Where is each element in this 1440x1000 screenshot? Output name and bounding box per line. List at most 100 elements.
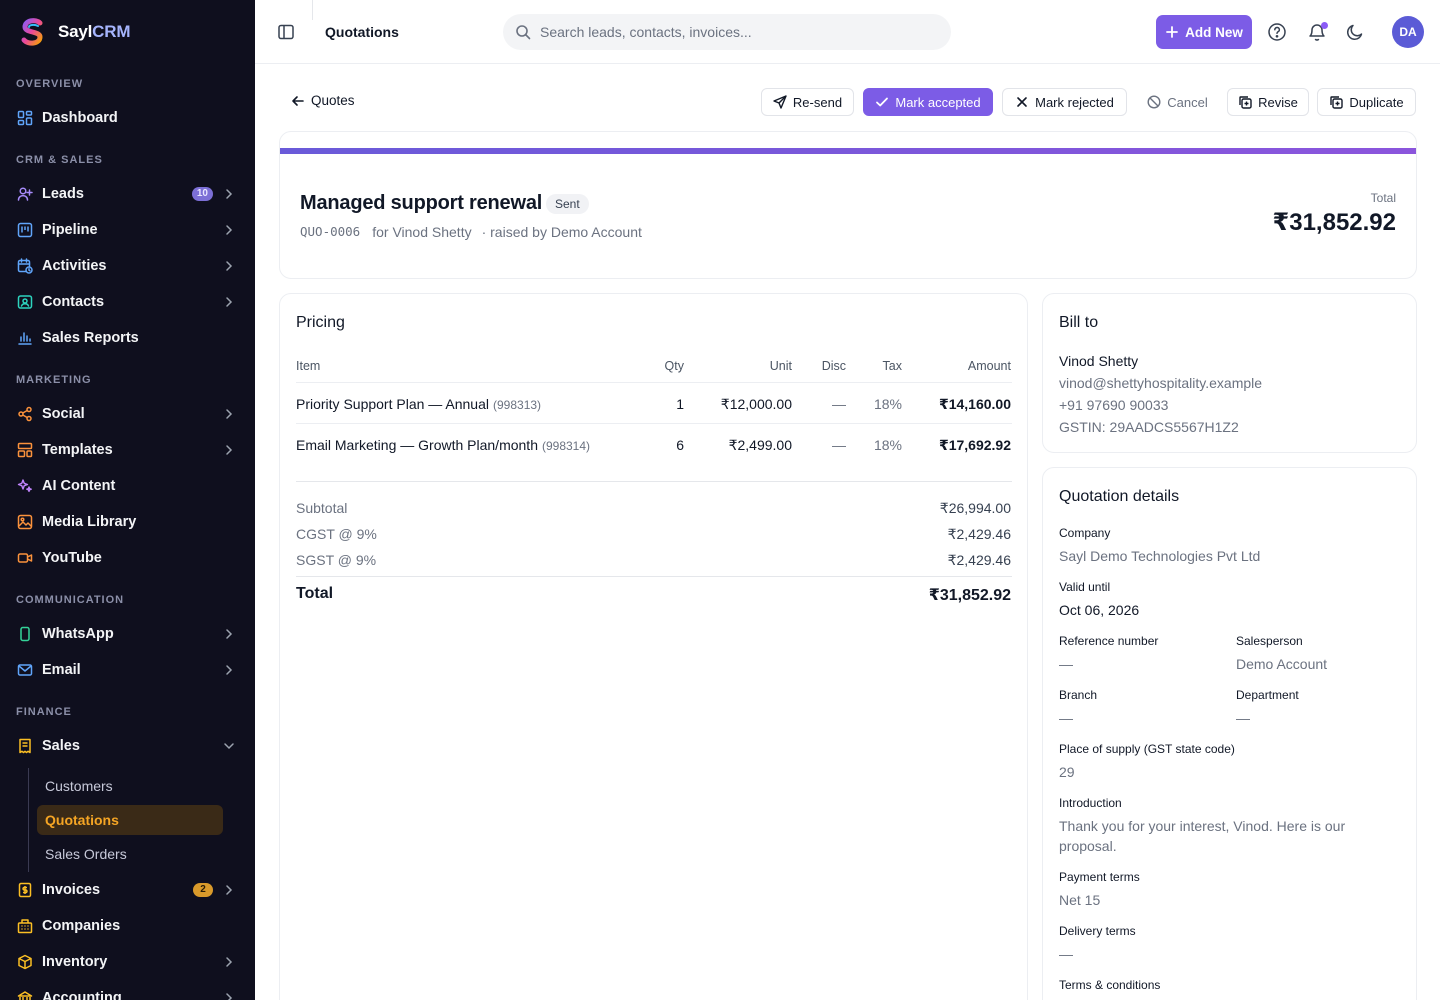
sidebar-item-templates[interactable]: Templates bbox=[16, 436, 240, 464]
back-to-quotes-link[interactable]: Quotes bbox=[291, 93, 355, 108]
mark-accepted-button[interactable]: Mark accepted bbox=[863, 88, 993, 116]
bill-to-name: Vinod Shetty bbox=[1059, 353, 1139, 369]
line-item-qty: 1 bbox=[676, 396, 684, 412]
sidebar-item-label: AI Content bbox=[42, 478, 116, 494]
sgst-label: SGST @ 9% bbox=[296, 552, 377, 568]
chevron-right-icon bbox=[226, 665, 233, 675]
sidebar-item-youtube[interactable]: YouTube bbox=[16, 544, 240, 572]
sidebar-subitem-quotations[interactable]: Quotations bbox=[37, 805, 223, 835]
arrow-left-icon bbox=[292, 95, 304, 106]
section-finance: FINANCE bbox=[16, 706, 72, 718]
duplicate-button[interactable]: Duplicate bbox=[1317, 88, 1416, 116]
line-item-disc: — bbox=[832, 437, 846, 453]
salesperson-label: Salesperson bbox=[1236, 634, 1303, 648]
search-input[interactable] bbox=[540, 24, 920, 40]
search-box[interactable] bbox=[503, 14, 951, 50]
avatar[interactable]: DA bbox=[1392, 16, 1424, 48]
cgst-value: ₹2,429.46 bbox=[947, 526, 1011, 542]
line-item-unit: ₹12,000.00 bbox=[720, 396, 792, 412]
duplicate-label: Duplicate bbox=[1349, 94, 1404, 110]
help-icon[interactable] bbox=[1267, 22, 1287, 42]
line-item-amount: ₹17,692.92 bbox=[938, 437, 1011, 453]
quotation-meta: QUO-0006 for Vinod Shetty · raised by De… bbox=[300, 224, 642, 240]
sidebar-item-ai-content[interactable]: AI Content bbox=[16, 472, 240, 500]
details-heading: Quotation details bbox=[1059, 488, 1180, 505]
brand[interactable]: SaylCRM bbox=[18, 16, 130, 48]
introduction-value: Thank you for your interest, Vinod. Here… bbox=[1059, 818, 1346, 854]
calendar-clock-icon bbox=[16, 257, 34, 275]
resend-label: Re-send bbox=[792, 94, 843, 110]
bill-to-gstin: GSTIN: 29AADCS5567H1Z2 bbox=[1059, 419, 1239, 435]
chevron-right-icon bbox=[226, 189, 233, 199]
reference-number-label: Reference number bbox=[1059, 634, 1159, 648]
sidebar-item-label: Contacts bbox=[42, 294, 105, 310]
resend-button[interactable]: Re-send bbox=[761, 88, 854, 116]
column-header-qty: Qty bbox=[664, 359, 684, 373]
line-item-amount: ₹14,160.00 bbox=[938, 396, 1011, 412]
company-label: Company bbox=[1059, 526, 1111, 540]
moon-icon[interactable] bbox=[1345, 22, 1365, 42]
sidebar-subitem-sales-orders[interactable]: Sales Orders bbox=[37, 839, 223, 869]
salesperson-value: Demo Account bbox=[1236, 656, 1328, 672]
sidebar-item-leads[interactable]: Leads 10 bbox=[16, 180, 240, 208]
share-icon bbox=[16, 405, 34, 423]
sidebar-item-whatsapp[interactable]: WhatsApp bbox=[16, 620, 240, 648]
bar-chart-icon bbox=[16, 329, 34, 347]
header-total-value: ₹31,852.92 bbox=[1272, 209, 1396, 236]
sidebar-item-activities[interactable]: Activities bbox=[16, 252, 240, 280]
sidebar-item-label: Pipeline bbox=[42, 222, 98, 238]
sidebar-item-label: Leads bbox=[42, 186, 84, 202]
sidebar-item-sales-reports[interactable]: Sales Reports bbox=[16, 324, 240, 352]
cancel-button[interactable]: Cancel bbox=[1136, 88, 1219, 116]
sidebar-item-dashboard[interactable]: Dashboard bbox=[16, 104, 240, 132]
sidebar-item-accounting[interactable]: Accounting bbox=[16, 984, 240, 1000]
sidebar-item-media-library[interactable]: Media Library bbox=[16, 508, 240, 536]
sidebar-item-pipeline[interactable]: Pipeline bbox=[16, 216, 240, 244]
sidebar-item-label: Accounting bbox=[42, 990, 122, 1000]
sidebar: SaylCRM OVERVIEW Dashboard CRM & SALES L… bbox=[0, 0, 255, 1000]
sparkles-icon bbox=[16, 477, 34, 495]
sidebar-item-social[interactable]: Social bbox=[16, 400, 240, 428]
search-icon bbox=[516, 25, 531, 40]
line-item-name: Email Marketing — Growth Plan/month (9983… bbox=[296, 437, 591, 453]
sidebar-item-email[interactable]: Email bbox=[16, 656, 240, 684]
revise-button[interactable]: Revise bbox=[1227, 88, 1309, 116]
back-label: Quotes bbox=[311, 93, 355, 108]
contact-card-icon bbox=[16, 293, 34, 311]
sidebar-toggle-icon[interactable] bbox=[277, 23, 295, 41]
column-header-disc: Disc bbox=[821, 359, 846, 373]
valid-until-label: Valid until bbox=[1059, 580, 1111, 594]
section-crm-sales: CRM & SALES bbox=[16, 154, 103, 166]
department-label: Department bbox=[1236, 688, 1299, 702]
sidebar-item-sales[interactable]: Sales bbox=[16, 732, 240, 760]
sidebar-item-companies[interactable]: Companies bbox=[16, 912, 240, 940]
sidebar-item-contacts[interactable]: Contacts bbox=[16, 288, 240, 316]
chevron-right-icon bbox=[226, 261, 233, 271]
header-accent-bar bbox=[280, 148, 1416, 154]
sidebar-item-label: Templates bbox=[42, 442, 113, 458]
mark-rejected-button[interactable]: Mark rejected bbox=[1002, 88, 1127, 116]
dashboard-icon bbox=[16, 109, 34, 127]
sidebar-item-label: YouTube bbox=[42, 550, 102, 566]
reference-number-value: — bbox=[1059, 656, 1073, 672]
column-header-unit: Unit bbox=[769, 359, 792, 373]
add-new-button[interactable]: Add New bbox=[1156, 15, 1252, 49]
sidebar-subitem-customers[interactable]: Customers bbox=[37, 771, 223, 801]
introduction-label: Introduction bbox=[1059, 796, 1122, 810]
section-communication: COMMUNICATION bbox=[16, 594, 125, 606]
sidebar-item-label: Sales bbox=[42, 738, 80, 754]
terms-conditions-label: Terms & conditions bbox=[1059, 978, 1161, 992]
quotation-title: Managed support renewal bbox=[300, 192, 543, 214]
bill-to-email[interactable]: vinod@shettyhospitality.example bbox=[1059, 375, 1262, 391]
sidebar-item-label: Sales Reports bbox=[42, 330, 139, 346]
grand-total-value: ₹31,852.92 bbox=[928, 587, 1011, 604]
sidebar-item-inventory[interactable]: Inventory bbox=[16, 948, 240, 976]
image-icon bbox=[16, 513, 34, 531]
sidebar-item-label: Social bbox=[42, 406, 85, 422]
sgst-value: ₹2,429.46 bbox=[947, 552, 1011, 568]
invoice-icon bbox=[16, 881, 34, 899]
leads-count-badge: 10 bbox=[191, 187, 213, 201]
sidebar-item-invoices[interactable]: Invoices 2 bbox=[16, 876, 240, 904]
chevron-right-icon bbox=[226, 993, 233, 1000]
chevron-right-icon bbox=[226, 445, 233, 455]
